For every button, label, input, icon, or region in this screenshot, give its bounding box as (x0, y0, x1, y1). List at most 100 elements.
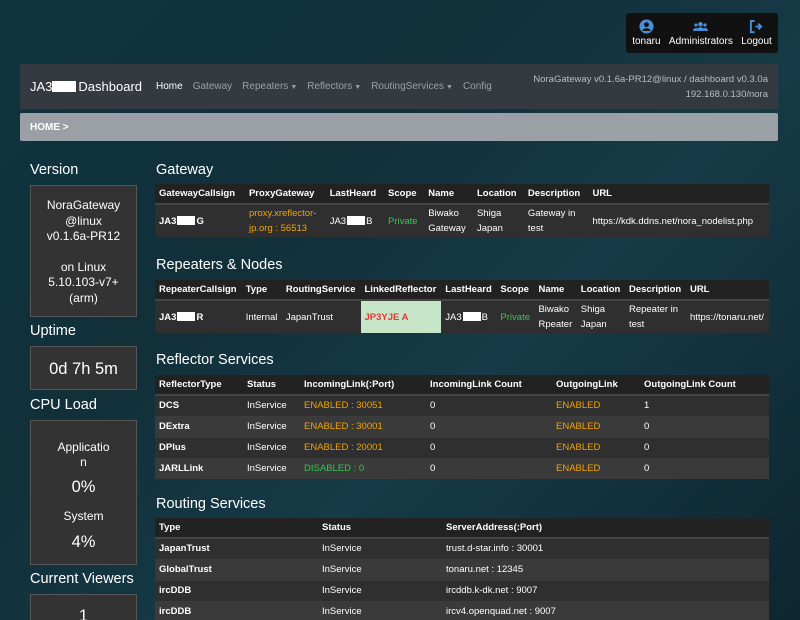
table-row: DCS InService ENABLED : 30051 0 ENABLED … (155, 394, 769, 416)
reflector-outgoing: ENABLED (552, 394, 640, 416)
caret-down-icon: ▼ (290, 84, 298, 91)
column-header: URL (588, 184, 769, 205)
column-header: Scope (384, 184, 425, 205)
column-header: Description (624, 280, 686, 301)
reflectors-title: Reflector Services (156, 352, 274, 368)
version-spacer (31, 245, 136, 260)
column-header: Location (576, 280, 625, 301)
routing-type: GlobalTrust (155, 558, 318, 580)
viewers-box: 1 (30, 594, 137, 620)
breadcrumb: HOME > (20, 113, 778, 141)
column-header: Name (424, 184, 473, 205)
navbar-version-info: NoraGateway v0.1.6a-PR12@linux / dashboa… (533, 72, 768, 102)
routing-type: ircDDB (155, 579, 318, 601)
reflector-incoming: ENABLED : 30001 (300, 415, 426, 437)
routing-address: trust.d-star.info : 30001 (442, 537, 769, 559)
proxy-gateway: proxy.xreflector-jp.org : 56513 (244, 203, 326, 237)
table-row: JA3 G proxy.xreflector-jp.org : 56513 JA3… (155, 203, 769, 237)
column-header: RoutingService (281, 280, 361, 301)
column-header: Scope (496, 280, 535, 301)
user-menu-administrators[interactable]: Administrators (669, 19, 733, 47)
nav-routingservices[interactable]: RoutingServices ▼ (371, 81, 453, 92)
gateway-title: Gateway (156, 162, 214, 178)
linked-reflector: JP3YJE A (360, 299, 442, 333)
repeaters-table: RepeaterCallsign Type RoutingService Lin… (155, 280, 769, 333)
column-header: RepeaterCallsign (155, 280, 242, 301)
caret-down-icon: ▼ (446, 84, 453, 91)
brand-suffix: Dashboard (78, 79, 143, 94)
user-name: tonaru (632, 36, 661, 47)
gateway-scope: Private (384, 203, 425, 237)
gateway-description: Gateway in test (523, 203, 589, 237)
reflector-status: InService (243, 436, 300, 458)
repeater-url: https://tonaru.net/ (685, 299, 769, 333)
logout-label: Logout (741, 36, 772, 47)
reflector-outgoing-count: 0 (640, 457, 769, 479)
column-header: Type (241, 280, 282, 301)
navbar: JA3 Dashboard Home Gateway Repeaters ▼ Re… (20, 64, 778, 109)
table-header-row: GatewayCallsign ProxyGateway LastHeard S… (155, 184, 769, 205)
gateway-name: Biwako Gateway (424, 203, 473, 237)
table-row: DPlus InService ENABLED : 20001 0 ENABLE… (155, 436, 769, 458)
cpu-load-title: CPU Load (30, 397, 97, 413)
routing-address: ircddb.k-dk.net : 9007 (442, 579, 769, 601)
user-menu-logout[interactable]: Logout (741, 19, 772, 47)
routing-address: tonaru.net : 12345 (442, 558, 769, 580)
uptime-title: Uptime (30, 323, 76, 339)
gateway-location: Shiga Japan (472, 203, 524, 237)
reflector-status: InService (243, 415, 300, 437)
reflector-type: DExtra (155, 415, 243, 437)
reflector-status: InService (243, 394, 300, 416)
column-header: OutgoingLink Count (640, 375, 769, 396)
repeater-lastheard: JA3 B (441, 299, 497, 333)
column-header: LinkedReflector (360, 280, 442, 301)
reflector-incoming-count: 0 (426, 436, 552, 458)
reflector-incoming-count: 0 (426, 394, 552, 416)
table-row: GlobalTrust InService tonaru.net : 12345 (155, 558, 769, 580)
column-header: IncomingLink(:Port) (300, 375, 426, 396)
cpu-load-box: Applicatio n 0% System 4% (30, 420, 137, 565)
sign-out-icon (749, 19, 763, 34)
version-box: NoraGateway @linux v0.1.6a-PR12 on Linux… (30, 185, 137, 317)
repeater-routing: JapanTrust (281, 299, 361, 333)
table-row: ircDDB InService ircddb.k-dk.net : 9007 (155, 579, 769, 601)
nav-gateway[interactable]: Gateway (193, 81, 232, 92)
brand[interactable]: JA3 Dashboard (30, 79, 142, 94)
nav-home[interactable]: Home (156, 81, 183, 92)
table-row: ircDDB InService ircv4.openquad.net : 90… (155, 600, 769, 620)
nav-repeaters[interactable]: Repeaters ▼ (242, 81, 297, 92)
routing-table: Type Status ServerAddress(:Port) JapanTr… (155, 518, 769, 620)
gateway-table: GatewayCallsign ProxyGateway LastHeard S… (155, 184, 769, 237)
column-header: ReflectorType (155, 375, 243, 396)
users-icon (693, 22, 709, 31)
user-menu-user[interactable]: tonaru (632, 19, 661, 47)
version-text: @linux (65, 213, 102, 228)
cpu-app-label-line: n (80, 455, 87, 469)
redacted-block (347, 216, 366, 226)
table-row: DExtra InService ENABLED : 30001 0 ENABL… (155, 415, 769, 437)
reflector-incoming-count: 0 (426, 415, 552, 437)
brand-prefix: JA3 (30, 79, 53, 94)
nav-reflectors[interactable]: Reflectors ▼ (307, 81, 361, 92)
column-header: Type (155, 518, 318, 539)
table-row: JapanTrust InService trust.d-star.info :… (155, 537, 769, 559)
reflector-outgoing: ENABLED (552, 436, 640, 458)
column-header: Description (523, 184, 589, 205)
table-row: JA3 R Internal JapanTrust JP3YJE A JA3 B P… (155, 299, 769, 333)
column-header: ServerAddress(:Port) (442, 518, 769, 539)
gateway-callsign: JA3 G (155, 203, 245, 237)
breadcrumb-home[interactable]: HOME > (30, 122, 69, 133)
column-header: Location (472, 184, 524, 205)
repeater-type: Internal (241, 299, 282, 333)
repeaters-title: Repeaters & Nodes (156, 257, 283, 273)
reflector-status: InService (243, 457, 300, 479)
user-menu: tonaru Administrators Logout (626, 13, 778, 53)
table-row: JARLLink InService DISABLED : 0 0 ENABLE… (155, 457, 769, 479)
nav-config[interactable]: Config (463, 81, 492, 92)
repeater-callsign: JA3 R (155, 299, 242, 333)
reflector-incoming: ENABLED : 20001 (300, 436, 426, 458)
routing-address: ircv4.openquad.net : 9007 (442, 600, 769, 620)
routing-status: InService (318, 579, 442, 601)
reflector-outgoing-count: 1 (640, 394, 769, 416)
ip-line: 192.168.0.130/nora (685, 89, 768, 100)
